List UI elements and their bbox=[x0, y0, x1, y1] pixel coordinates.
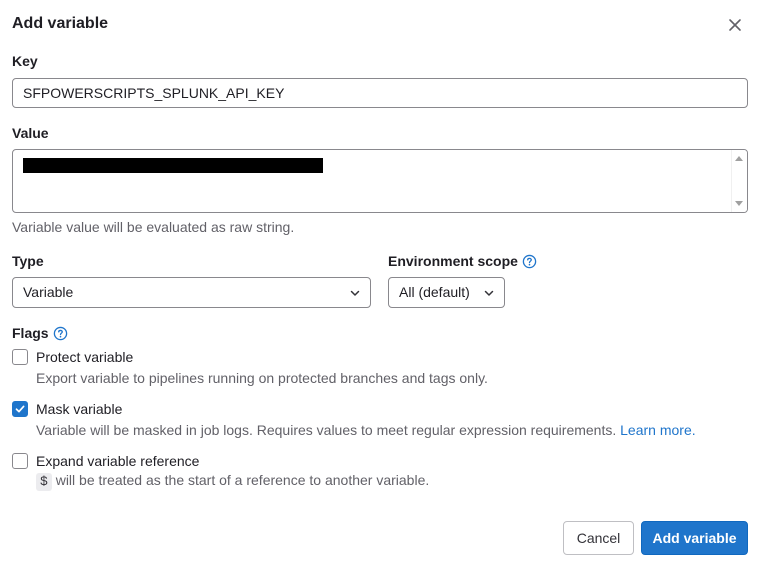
checkmark-icon bbox=[15, 405, 25, 413]
environment-scope-label-text: Environment scope bbox=[388, 253, 518, 269]
flags-label-text: Flags bbox=[12, 325, 49, 341]
learn-more-link[interactable]: Learn more. bbox=[620, 422, 695, 438]
help-question-icon[interactable] bbox=[53, 326, 68, 341]
key-input[interactable]: SFPOWERSCRIPTS_SPLUNK_API_KEY bbox=[12, 78, 748, 108]
protect-variable-label: Protect variable bbox=[36, 349, 134, 365]
protect-variable-help: Export variable to pipelines running on … bbox=[36, 370, 488, 386]
scroll-up-arrow-icon[interactable] bbox=[735, 156, 743, 161]
mask-variable-label: Mask variable bbox=[36, 401, 123, 417]
expand-variable-reference-help-text: will be treated as the start of a refere… bbox=[55, 472, 430, 488]
key-label: Key bbox=[12, 53, 38, 69]
dialog-title: Add variable bbox=[12, 15, 109, 32]
value-textarea[interactable] bbox=[12, 149, 748, 213]
expand-variable-reference-help: $ will be treated as the start of a refe… bbox=[36, 472, 429, 491]
expand-variable-reference-checkbox[interactable] bbox=[12, 453, 28, 469]
type-select[interactable]: Variable bbox=[12, 277, 371, 308]
scroll-down-arrow-icon[interactable] bbox=[735, 201, 743, 206]
type-selected-value: Variable bbox=[23, 284, 74, 300]
cancel-button[interactable]: Cancel bbox=[563, 521, 634, 555]
environment-scope-select[interactable]: All (default) bbox=[388, 277, 505, 308]
mask-variable-help-text: Variable will be masked in job logs. Req… bbox=[36, 422, 617, 438]
environment-scope-selected-value: All (default) bbox=[399, 284, 470, 300]
textarea-scrollbar[interactable] bbox=[731, 150, 747, 212]
type-label: Type bbox=[12, 253, 44, 269]
mask-variable-checkbox[interactable] bbox=[12, 401, 28, 417]
expand-variable-reference-label: Expand variable reference bbox=[36, 453, 200, 469]
chevron-down-icon bbox=[350, 290, 360, 296]
help-question-icon[interactable] bbox=[522, 254, 537, 269]
chevron-down-icon bbox=[484, 290, 494, 296]
dollar-code-tag: $ bbox=[36, 473, 52, 491]
value-label: Value bbox=[12, 125, 49, 141]
value-help-text: Variable value will be evaluated as raw … bbox=[12, 219, 295, 235]
flags-label: Flags bbox=[12, 325, 68, 341]
close-button[interactable] bbox=[724, 14, 746, 36]
close-icon bbox=[729, 19, 741, 31]
mask-variable-help: Variable will be masked in job logs. Req… bbox=[36, 422, 696, 438]
redacted-value bbox=[23, 158, 323, 173]
protect-variable-checkbox[interactable] bbox=[12, 349, 28, 365]
add-variable-button[interactable]: Add variable bbox=[641, 521, 748, 555]
environment-scope-label: Environment scope bbox=[388, 253, 537, 269]
